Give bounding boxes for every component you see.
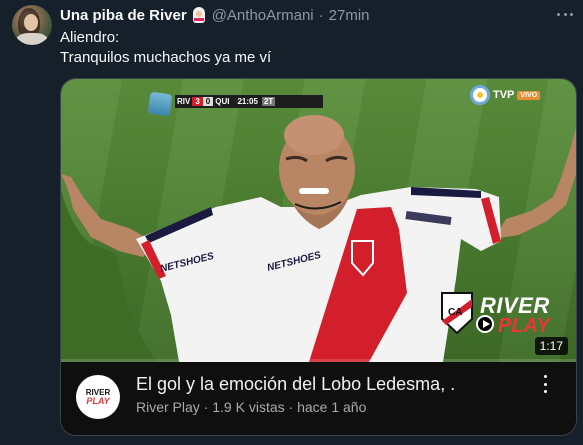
video-title[interactable]: El gol y la emoción del Lobo Ledesma, . bbox=[136, 374, 455, 395]
scoreboard-status: 2T bbox=[261, 97, 276, 106]
tweet-time[interactable]: 27min bbox=[329, 7, 370, 24]
channel-logo-line2: PLAY bbox=[86, 396, 110, 406]
tweet[interactable]: Una piba de River @AnthoArmani · 27min A… bbox=[0, 0, 583, 445]
upload-age: hace 1 año bbox=[297, 399, 367, 415]
league-logo-icon bbox=[147, 91, 173, 117]
scoreboard-clock: 21:05 bbox=[237, 97, 258, 106]
youtube-card[interactable]: NETSHOES NETSHOES RIV 3 0 QUI 21:05 2T T… bbox=[60, 78, 577, 436]
author-name[interactable]: Una piba de River bbox=[60, 7, 187, 24]
scoreboard-home-score: 3 bbox=[192, 97, 203, 106]
broadcaster-name: TVP bbox=[493, 89, 515, 101]
tweet-text-line: Aliendro: bbox=[60, 29, 120, 46]
river-crest-icon: CA bbox=[441, 292, 473, 335]
broadcaster-logo: TVP VIVO bbox=[470, 85, 541, 105]
scoreboard: RIV 3 0 QUI 21:05 2T bbox=[175, 95, 323, 108]
view-count: 1.9 K vistas bbox=[212, 399, 285, 415]
video-duration: 1:17 bbox=[534, 337, 568, 355]
svg-text:CA: CA bbox=[448, 307, 462, 318]
video-menu-icon[interactable] bbox=[540, 375, 550, 393]
live-badge: VIVO bbox=[517, 90, 541, 100]
scoreboard-home: RIV bbox=[177, 97, 191, 106]
play-icon bbox=[476, 315, 494, 333]
separator-dot: · bbox=[318, 6, 324, 24]
author-handle[interactable]: @AnthoArmani bbox=[212, 7, 314, 24]
tweet-text: Aliendro: Tranquilos muchachos ya me ví bbox=[60, 28, 271, 68]
video-meta: River Play · 1.9 K vistas · hace 1 año bbox=[136, 399, 366, 415]
tweet-header: Una piba de River @AnthoArmani · 27min bbox=[60, 5, 370, 25]
more-options-icon[interactable] bbox=[557, 9, 573, 19]
channel-avatar[interactable]: RIVER PLAY bbox=[76, 375, 120, 419]
channel-name[interactable]: River Play bbox=[136, 399, 200, 415]
scoreboard-away: QUI bbox=[215, 97, 230, 106]
tvp-shield-icon bbox=[470, 85, 490, 105]
bride-emoji-icon bbox=[191, 7, 207, 23]
meta-dot: · bbox=[203, 399, 209, 415]
author-avatar[interactable] bbox=[12, 5, 52, 45]
video-thumbnail[interactable]: NETSHOES NETSHOES RIV 3 0 QUI 21:05 2T T… bbox=[61, 79, 576, 362]
scoreboard-away-score: 0 bbox=[202, 97, 214, 106]
watermark-play-text: PLAY bbox=[498, 315, 550, 337]
video-info[interactable]: RIVER PLAY El gol y la emoción del Lobo … bbox=[61, 362, 576, 435]
tweet-text-line: Tranquilos muchachos ya me ví bbox=[60, 49, 272, 66]
meta-dot: · bbox=[288, 399, 294, 415]
